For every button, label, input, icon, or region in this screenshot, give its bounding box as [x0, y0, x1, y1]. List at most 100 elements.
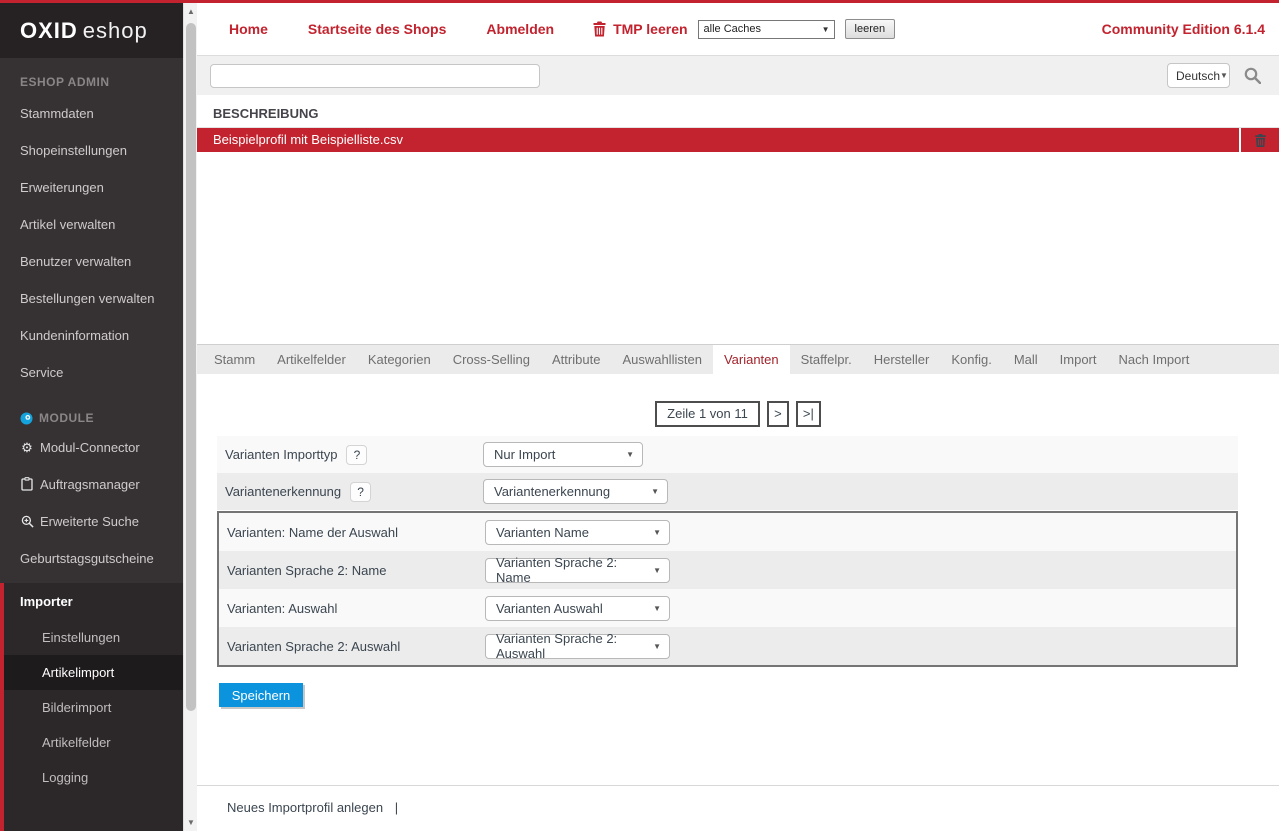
sidebar-subitem-einstellungen[interactable]: Einstellungen: [4, 620, 183, 655]
varianten-auswahl-select[interactable]: Varianten Auswahl ▼: [485, 596, 670, 621]
sidebar-subitem-logging[interactable]: Logging: [4, 760, 183, 795]
sidebar-item-bestellungen-verwalten[interactable]: Bestellungen verwalten: [0, 280, 183, 317]
module-icon: [20, 412, 33, 425]
sidebar-item-importer[interactable]: Importer: [4, 583, 183, 620]
variantenerkennung-select[interactable]: Variantenerkennung ▼: [483, 479, 668, 504]
clear-cache-button[interactable]: leeren: [845, 19, 896, 39]
profile-list-row-selected[interactable]: Beispielprofil mit Beispielliste.csv: [197, 128, 1279, 152]
search-input[interactable]: [210, 64, 540, 88]
form-row-auswahl: Varianten: Auswahl Varianten Auswahl ▼: [219, 589, 1236, 627]
field-label: Varianten Sprache 2: Name: [227, 563, 485, 578]
help-button[interactable]: ?: [346, 445, 367, 465]
tab-konfig[interactable]: Konfig.: [940, 345, 1002, 374]
pagination-next-button[interactable]: >: [767, 401, 789, 427]
footer-separator: |: [395, 800, 398, 815]
sidebar-item-modul-connector[interactable]: ⚙ Modul-Connector: [0, 429, 183, 466]
chevron-down-icon: ▼: [653, 642, 661, 651]
trash-icon: [1254, 133, 1267, 148]
tab-staffelpr[interactable]: Staffelpr.: [790, 345, 863, 374]
field-label: Varianten Sprache 2: Auswahl: [227, 639, 485, 654]
select-value: Varianten Sprache 2: Name: [496, 555, 645, 585]
field-label-text: Varianten Sprache 2: Auswahl: [227, 639, 400, 654]
sidebar-item-erweiterungen[interactable]: Erweiterungen: [0, 169, 183, 206]
sidebar-scrollbar[interactable]: ▲ ▼: [183, 3, 197, 831]
save-button[interactable]: Speichern: [219, 683, 303, 707]
pagination-last-button[interactable]: >|: [796, 401, 821, 427]
tab-kategorien[interactable]: Kategorien: [357, 345, 442, 374]
form-row-name-der-auswahl: Varianten: Name der Auswahl Varianten Na…: [219, 513, 1236, 551]
tmp-clear-label[interactable]: TMP leeren: [613, 21, 687, 37]
tab-varianten-active[interactable]: Varianten: [713, 345, 790, 374]
delete-row-cell[interactable]: [1239, 128, 1279, 152]
sidebar-item-artikel-verwalten[interactable]: Artikel verwalten: [0, 206, 183, 243]
tab-attribute[interactable]: Attribute: [541, 345, 611, 374]
sidebar-subitem-artikelfelder[interactable]: Artikelfelder: [4, 725, 183, 760]
sidebar-subitem-bilderimport[interactable]: Bilderimport: [4, 690, 183, 725]
sidebar-item-stammdaten[interactable]: Stammdaten: [0, 95, 183, 132]
variant-mapping-form: Varianten Importtyp ? Nur Import ▼ Varia…: [217, 436, 1238, 667]
importtyp-select[interactable]: Nur Import ▼: [483, 442, 643, 467]
nav-logout-link[interactable]: Abmelden: [486, 21, 554, 37]
sidebar-item-geburtstagsgutscheine[interactable]: Geburtstagsgutscheine: [0, 540, 183, 577]
chevron-down-icon: ▼: [822, 25, 830, 34]
trash-icon[interactable]: [592, 21, 607, 37]
sidebar-section-eshop-admin: ESHOP ADMIN: [0, 58, 183, 95]
nav-shop-start-link[interactable]: Startseite des Shops: [308, 21, 447, 37]
edition-label: Community Edition 6.1.4: [1102, 21, 1265, 37]
field-label: Varianten: Auswahl: [227, 601, 485, 616]
tab-mall[interactable]: Mall: [1003, 345, 1049, 374]
gears-icon: ⚙: [18, 429, 36, 466]
sidebar-item-label: Auftragsmanager: [40, 477, 140, 492]
layout: OXID eshop ESHOP ADMIN Stammdaten Shopei…: [0, 3, 1279, 831]
form-row-importtyp: Varianten Importtyp ? Nur Import ▼: [217, 436, 1238, 473]
field-label-text: Varianten: Name der Auswahl: [227, 525, 398, 540]
sidebar-item-label: Erweiterte Suche: [40, 514, 139, 529]
variant-fields-group: Varianten: Name der Auswahl Varianten Na…: [217, 511, 1238, 667]
new-import-profile-link[interactable]: Neues Importprofil anlegen: [227, 800, 383, 815]
content-spacer: [197, 152, 1279, 344]
cache-select[interactable]: alle Caches ▼: [698, 20, 835, 39]
sidebar-item-kundeninformation[interactable]: Kundeninformation: [0, 317, 183, 354]
sidebar-item-erweiterte-suche[interactable]: Erweiterte Suche: [0, 503, 183, 540]
profile-row-label: Beispielprofil mit Beispielliste.csv: [197, 128, 1239, 152]
top-navigation: Home Startseite des Shops Abmelden TMP l…: [197, 3, 1279, 55]
scroll-up-icon[interactable]: ▲: [184, 7, 198, 16]
logo-text-light: eshop: [83, 18, 148, 44]
tab-bar: Stamm Artikelfelder Kategorien Cross-Sel…: [197, 344, 1279, 374]
sidebar-item-shopeinstellungen[interactable]: Shopeinstellungen: [0, 132, 183, 169]
field-label-text: Varianten Sprache 2: Name: [227, 563, 386, 578]
select-value: Varianten Auswahl: [496, 601, 603, 616]
module-section-label: MODULE: [39, 411, 94, 425]
sprache2-name-select[interactable]: Varianten Sprache 2: Name ▼: [485, 558, 670, 583]
select-value: Varianten Sprache 2: Auswahl: [496, 631, 645, 661]
content-panel: BESCHREIBUNG Beispielprofil mit Beispiel…: [197, 95, 1279, 831]
tab-hersteller[interactable]: Hersteller: [863, 345, 941, 374]
varianten-name-select[interactable]: Varianten Name ▼: [485, 520, 670, 545]
language-select[interactable]: Deutsch ▼: [1167, 63, 1230, 88]
tab-nach-import[interactable]: Nach Import: [1108, 345, 1201, 374]
tab-cross-selling[interactable]: Cross-Selling: [442, 345, 541, 374]
field-label-text: Varianten Importtyp: [225, 447, 337, 462]
chevron-down-icon: ▼: [1220, 71, 1228, 80]
sidebar-subitem-artikelimport[interactable]: Artikelimport: [4, 655, 183, 690]
sidebar-item-label: Modul-Connector: [40, 440, 140, 455]
sidebar-item-benutzer-verwalten[interactable]: Benutzer verwalten: [0, 243, 183, 280]
scroll-down-icon[interactable]: ▼: [184, 818, 198, 827]
help-button[interactable]: ?: [350, 482, 371, 502]
field-label-text: Varianten: Auswahl: [227, 601, 337, 616]
scrollbar-thumb[interactable]: [186, 23, 196, 711]
sprache2-auswahl-select[interactable]: Varianten Sprache 2: Auswahl ▼: [485, 634, 670, 659]
tab-import[interactable]: Import: [1049, 345, 1108, 374]
tab-stamm[interactable]: Stamm: [203, 345, 266, 374]
sidebar-item-service[interactable]: Service: [0, 354, 183, 391]
tab-artikelfelder[interactable]: Artikelfelder: [266, 345, 357, 374]
chevron-down-icon: ▼: [653, 528, 661, 537]
sidebar-item-auftragsmanager[interactable]: Auftragsmanager: [0, 466, 183, 503]
nav-home-link[interactable]: Home: [229, 21, 268, 37]
tmp-clear-group: TMP leeren: [592, 21, 687, 37]
tab-auswahllisten[interactable]: Auswahllisten: [611, 345, 713, 374]
form-row-sprache2-auswahl: Varianten Sprache 2: Auswahl Varianten S…: [219, 627, 1236, 665]
field-label: Variantenerkennung ?: [225, 482, 483, 502]
search-icon[interactable]: [1244, 67, 1261, 84]
sidebar-section-module: MODULE: [0, 391, 183, 429]
